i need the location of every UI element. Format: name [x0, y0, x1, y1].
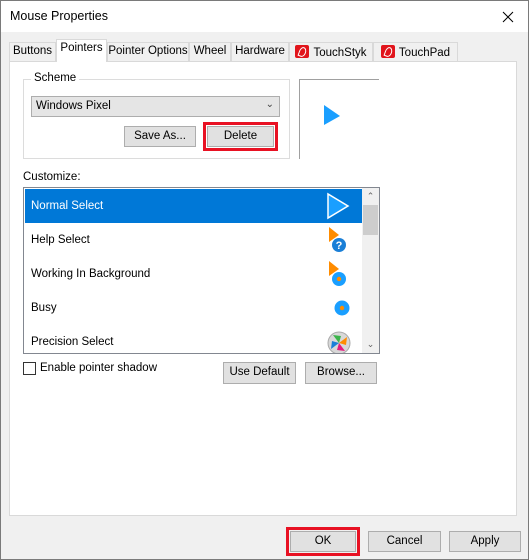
busy-cursor-icon: [334, 300, 350, 316]
tab-label: Pointers: [60, 42, 103, 54]
tab-hardware[interactable]: Hardware: [231, 42, 289, 61]
list-item-label: Normal Select: [31, 200, 104, 212]
list-item-precision-select[interactable]: Precision Select: [25, 325, 362, 353]
tab-touchstyk[interactable]: TouchStyk: [289, 42, 373, 61]
scroll-up-icon[interactable]: ⌃: [362, 188, 379, 205]
cursor-preview: [299, 79, 379, 159]
customize-label: Customize:: [23, 171, 81, 183]
list-scrollbar[interactable]: ⌃ ⌄: [362, 188, 379, 353]
tab-label: Hardware: [235, 45, 285, 57]
enable-pointer-shadow-checkbox[interactable]: [23, 362, 36, 375]
help-select-cursor-icon: ?: [329, 227, 346, 252]
window-title: Mouse Properties: [10, 9, 108, 23]
scheme-dropdown[interactable]: Windows Pixel ⌄: [31, 96, 280, 117]
tab-label: Buttons: [13, 45, 52, 57]
ok-highlight-box: [286, 527, 360, 556]
working-background-cursor-icon: [329, 261, 346, 286]
scheme-selected-value: Windows Pixel: [36, 100, 111, 112]
scrollbar-thumb[interactable]: [363, 205, 378, 235]
normal-select-cursor-icon: [327, 192, 350, 220]
apply-button[interactable]: Apply: [449, 531, 521, 552]
tab-wheel[interactable]: Wheel: [189, 42, 231, 61]
touchpad-logo-icon: [380, 45, 395, 58]
close-button[interactable]: [488, 1, 528, 32]
list-item-label: Precision Select: [31, 336, 114, 348]
delete-highlight-box: [203, 122, 278, 151]
tab-touchpad[interactable]: TouchPad: [373, 42, 458, 61]
tab-pointer-options[interactable]: Pointer Options: [107, 42, 189, 61]
list-item-label: Working In Background: [31, 268, 151, 280]
precision-select-cursor-icon: [327, 331, 351, 353]
browse-button[interactable]: Browse...: [305, 362, 377, 384]
tab-label: Pointer Options: [108, 45, 188, 57]
list-item-label: Help Select: [31, 234, 90, 246]
list-item-busy[interactable]: Busy: [25, 291, 362, 325]
tab-buttons[interactable]: Buttons: [9, 42, 56, 61]
scheme-label: Scheme: [31, 72, 80, 84]
enable-pointer-shadow-label[interactable]: Enable pointer shadow: [40, 362, 157, 374]
tab-label: TouchStyk: [313, 47, 367, 59]
chevron-down-icon: ⌄: [265, 99, 274, 110]
tab-pointers[interactable]: Pointers: [56, 39, 107, 62]
tab-label: TouchPad: [398, 47, 451, 59]
list-item-label: Busy: [31, 302, 57, 314]
close-icon: [502, 11, 514, 22]
cancel-button[interactable]: Cancel: [368, 531, 441, 552]
cursor-list[interactable]: Normal Select Help Select ? Working In B…: [23, 187, 380, 354]
list-item-working-in-background[interactable]: Working In Background: [25, 257, 362, 291]
title-bar: Mouse Properties: [1, 1, 528, 32]
save-as-button[interactable]: Save As...: [124, 126, 196, 147]
list-item-help-select[interactable]: Help Select ?: [25, 223, 362, 257]
touchstyk-logo-icon: [295, 45, 310, 58]
use-default-button[interactable]: Use Default: [223, 362, 296, 384]
tab-label: Wheel: [193, 45, 227, 57]
svg-text:?: ?: [336, 240, 343, 252]
list-item-normal-select[interactable]: Normal Select: [25, 189, 362, 223]
preview-cursor-icon: [324, 105, 340, 125]
scroll-down-icon[interactable]: ⌄: [362, 336, 379, 353]
mouse-properties-dialog: Mouse Properties Buttons Pointers Pointe…: [0, 0, 529, 560]
